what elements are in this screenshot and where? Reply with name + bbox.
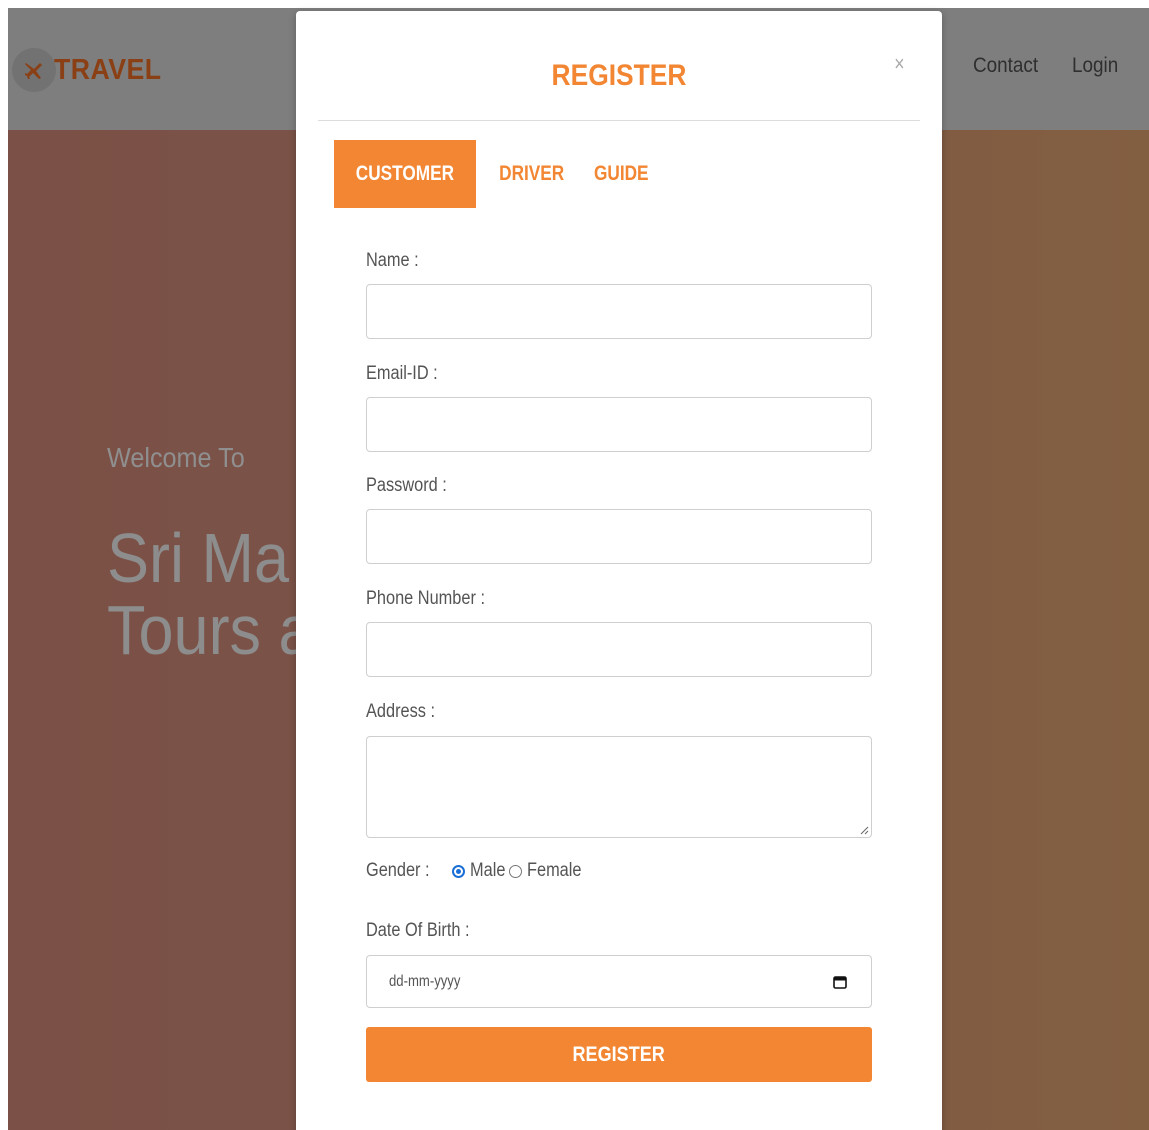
email-input[interactable]	[366, 397, 872, 452]
tab-driver[interactable]: DRIVER	[476, 140, 588, 208]
hero-title-line-1: Sri Ma	[107, 519, 290, 597]
phone-input[interactable]	[366, 622, 872, 677]
calendar-icon[interactable]	[833, 975, 847, 989]
email-label: Email-ID :	[366, 363, 438, 384]
address-label: Address :	[366, 701, 436, 722]
hero-welcome: Welcome To	[107, 442, 245, 473]
tab-customer[interactable]: CUSTOMER	[334, 140, 476, 208]
plane-icon	[12, 48, 56, 92]
register-submit-button[interactable]: REGISTER	[366, 1027, 872, 1082]
address-field-wrap	[366, 736, 872, 838]
logo-text: TRAVEL	[54, 53, 162, 86]
nav-menu: Contact Login	[973, 54, 1149, 78]
tab-guide-label: GUIDE	[593, 162, 649, 185]
hero-title: Sri Ma Tours a	[107, 522, 314, 666]
gender-row: Gender : Male Female	[366, 860, 590, 882]
gender-female-label[interactable]: Female	[527, 860, 581, 882]
register-modal: REGISTER × CUSTOMER DRIVER GUIDE Name : …	[296, 11, 942, 1130]
password-input[interactable]	[366, 509, 872, 564]
nav-item-login[interactable]: Login	[1072, 54, 1118, 78]
address-textarea[interactable]	[366, 736, 872, 838]
resize-grip-icon[interactable]	[860, 826, 869, 835]
gender-male-label[interactable]: Male	[470, 860, 505, 882]
gender-female-radio[interactable]	[509, 864, 523, 878]
phone-label: Phone Number :	[366, 588, 485, 609]
register-tabs: CUSTOMER DRIVER GUIDE	[334, 140, 654, 208]
hero-title-line-2: Tours a	[107, 591, 314, 669]
dob-label: Date Of Birth :	[366, 920, 470, 941]
name-label: Name :	[366, 250, 419, 271]
nav-item-contact[interactable]: Contact	[973, 54, 1038, 78]
modal-header: REGISTER ×	[318, 11, 920, 121]
close-icon[interactable]: ×	[894, 51, 904, 77]
logo[interactable]: TRAVEL	[12, 48, 171, 92]
gender-male-radio[interactable]	[451, 864, 465, 878]
tab-customer-label: CUSTOMER	[355, 162, 455, 185]
password-label: Password :	[366, 475, 447, 496]
gender-label: Gender :	[366, 860, 430, 881]
tab-guide[interactable]: GUIDE	[588, 140, 654, 208]
modal-title: REGISTER	[551, 59, 687, 92]
dob-placeholder: dd-mm-yyyy	[389, 972, 461, 990]
dob-input[interactable]: dd-mm-yyyy	[366, 955, 872, 1008]
register-submit-label: REGISTER	[572, 1042, 666, 1066]
name-input[interactable]	[366, 284, 872, 339]
tab-driver-label: DRIVER	[499, 162, 565, 185]
